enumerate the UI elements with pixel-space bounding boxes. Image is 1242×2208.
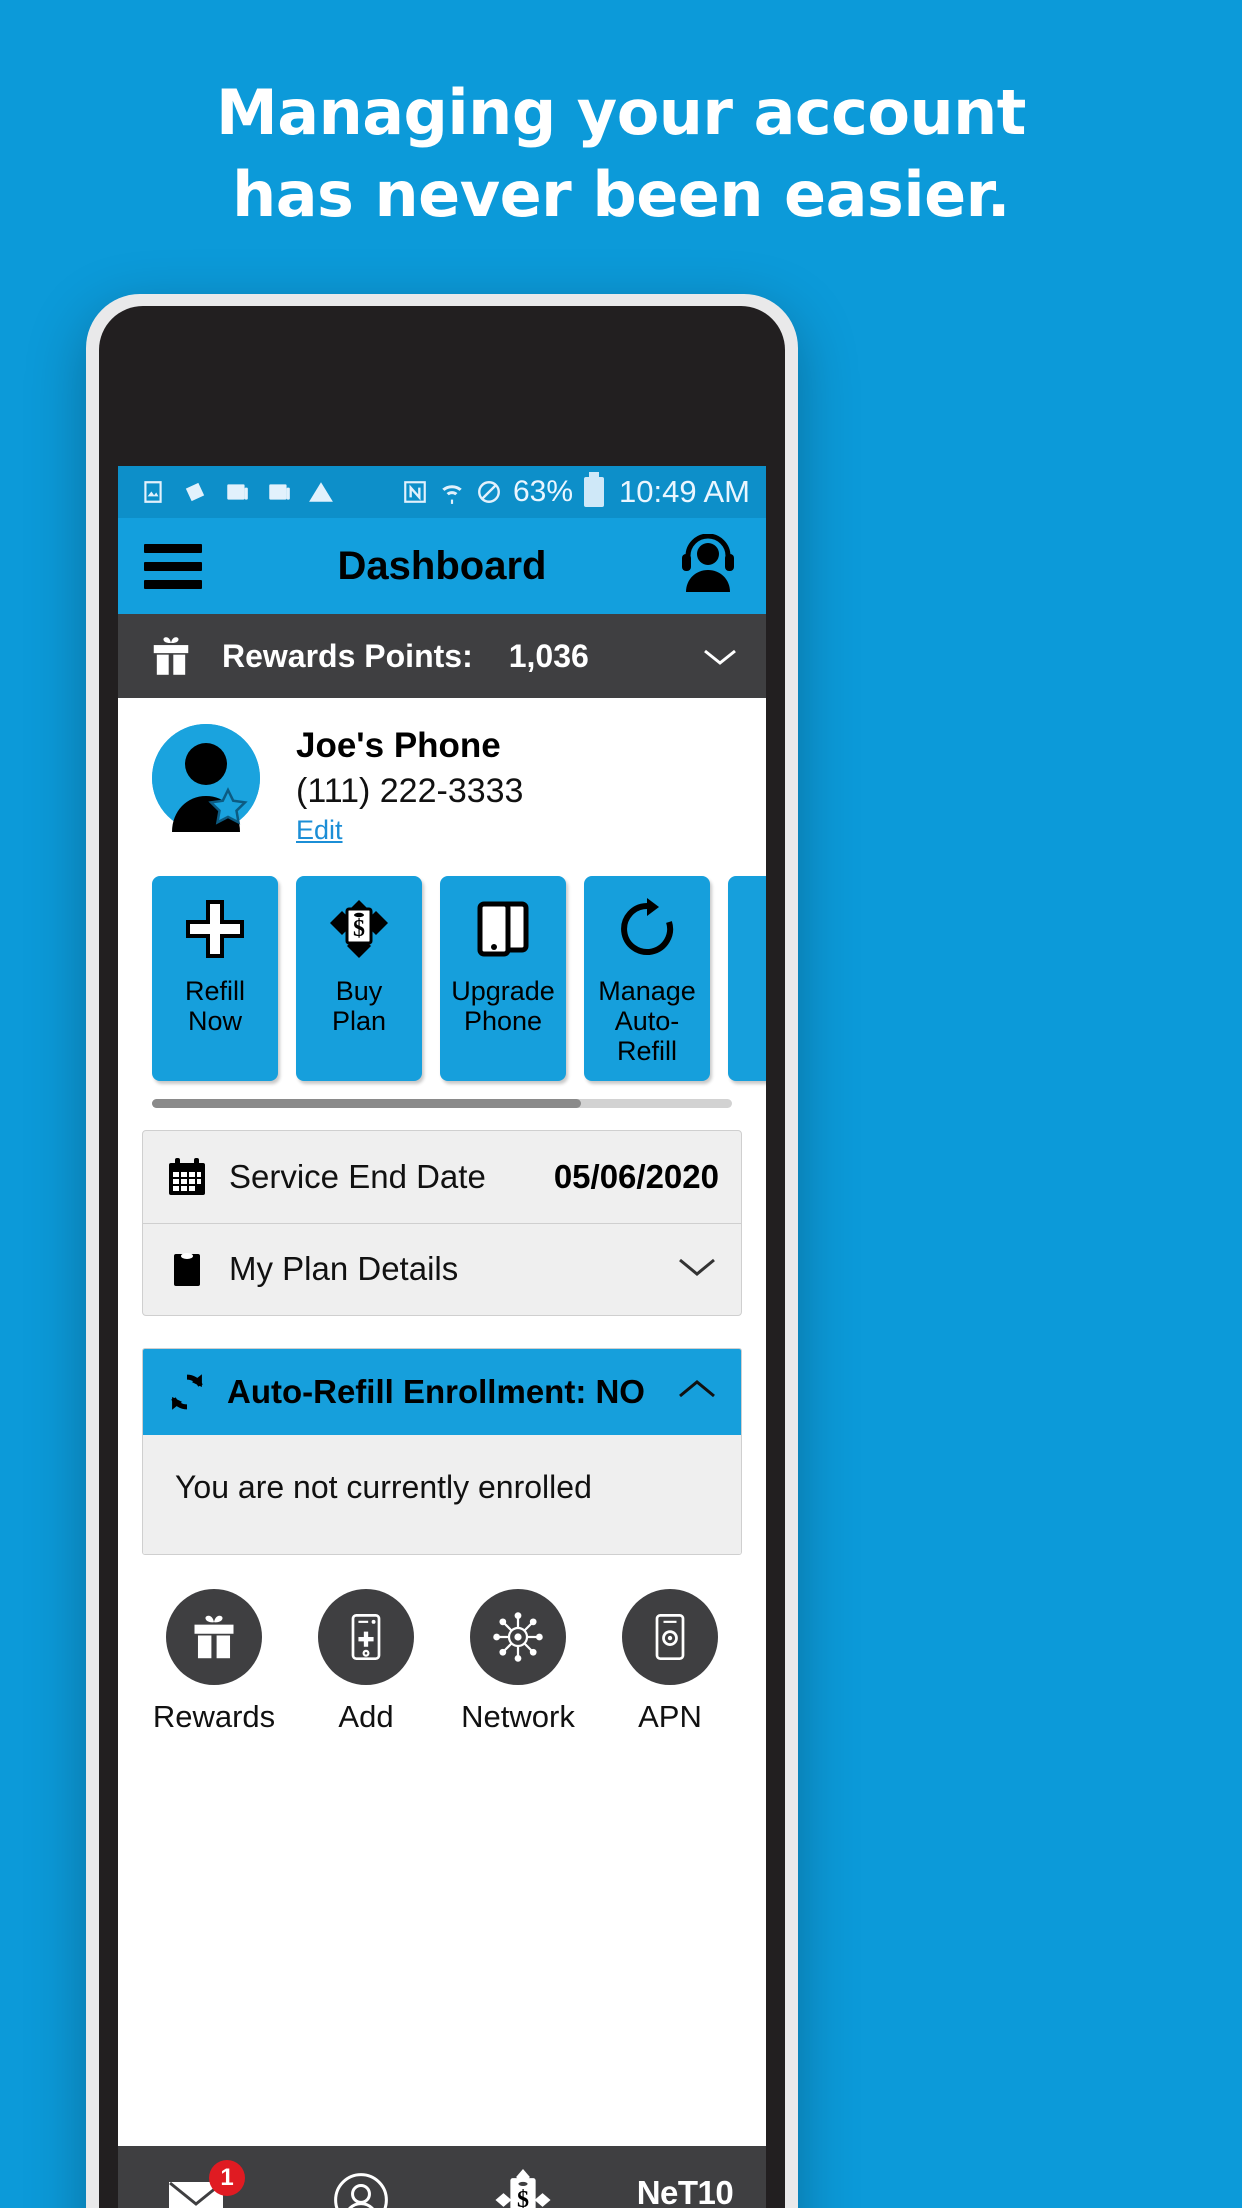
brand-logo: NeT10 WIRELESS (635, 2176, 734, 2208)
nfc-icon (404, 481, 426, 503)
warning-icon (309, 482, 333, 502)
headset-agent-icon[interactable] (676, 534, 740, 598)
auto-refill-status-text: You are not currently enrolled (143, 1434, 741, 1554)
rewards-points-label: Rewards Points: (222, 637, 473, 674)
phone-device-bezel: 63% 10:49 AM Dashboard Rewards Points: 1… (99, 306, 785, 2208)
refresh-icon (616, 894, 678, 964)
quick-action-add[interactable]: Add (292, 1588, 440, 1735)
tile-label: Buy Plan (331, 976, 387, 1037)
row-my-plan-details[interactable]: My Plan Details (143, 1222, 741, 1315)
tile-refill-now[interactable]: Refill Now (152, 876, 278, 1081)
battery-icon (584, 472, 605, 507)
account-icon (334, 2173, 388, 2208)
clipboard-icon (760, 894, 766, 964)
quick-action-network[interactable]: Network (444, 1588, 592, 1735)
nav-payments[interactable]: $ (442, 2146, 604, 2208)
calendar-icon (165, 1156, 209, 1198)
status-bar-system-icons: 63% 10:49 AM (402, 472, 750, 510)
phone-screen: 63% 10:49 AM Dashboard Rewards Points: 1… (118, 466, 766, 2208)
plus-icon (184, 894, 246, 964)
image-icon (144, 481, 162, 503)
promo-headline: Managing your account has never been eas… (0, 72, 1242, 237)
hamburger-icon[interactable] (144, 535, 202, 598)
tile-manage-rewards-partial[interactable]: Ma Re (728, 876, 766, 1081)
account-profile: Joe's Phone (111) 222-3333 Edit (118, 698, 766, 870)
page-title: Dashboard (337, 543, 547, 588)
quick-action-circles: Rewards Add Network APN (118, 1554, 766, 1745)
service-end-date-value: 05/06/2020 (553, 1157, 719, 1195)
nav-account[interactable] (280, 2146, 442, 2208)
money-icon: $ (495, 2169, 551, 2208)
nav-brand-logo[interactable]: NeT10 WIRELESS (604, 2146, 766, 2208)
row-label: Service End Date (229, 1157, 486, 1195)
clock-label: 10:49 AM (619, 474, 750, 509)
quick-action-label: APN (638, 1698, 702, 1734)
rewards-points-bar[interactable]: Rewards Points: 1,036 (118, 614, 766, 698)
carousel-scrollbar[interactable] (152, 1098, 732, 1108)
chevron-down-icon[interactable] (700, 644, 740, 668)
auto-refill-title: Auto-Refill Enrollment: NO (227, 1372, 645, 1410)
carousel-scrollbar-thumb[interactable] (152, 1098, 582, 1108)
do-not-disturb-icon (478, 481, 500, 503)
account-profile-text: Joe's Phone (111) 222-3333 Edit (296, 724, 523, 846)
money-card-icon: $ (328, 894, 390, 964)
avatar[interactable] (152, 724, 260, 832)
tag-icon (185, 482, 205, 502)
phone-gear-icon (622, 1588, 718, 1685)
chevron-up-icon[interactable] (675, 1376, 719, 1407)
tile-upgrade-phone[interactable]: Upgrade Phone (440, 876, 566, 1081)
nav-messages[interactable]: 1 (118, 2146, 280, 2208)
gift-icon (153, 637, 189, 675)
edit-account-link[interactable]: Edit (296, 815, 343, 846)
quick-action-label: Add (338, 1698, 394, 1734)
row-label: My Plan Details (229, 1250, 459, 1288)
tile-manage-auto-refill[interactable]: Manage Auto-Refill (584, 876, 710, 1081)
network-gear-icon (470, 1588, 566, 1685)
chevron-down-icon[interactable] (675, 1254, 719, 1285)
quick-actions-carousel[interactable]: Refill Now $ Buy Plan Upgrade Phone Mana… (118, 870, 766, 1108)
account-name: Joe's Phone (296, 726, 501, 765)
auto-refill-header[interactable]: Auto-Refill Enrollment: NO (143, 1348, 741, 1435)
quick-action-rewards[interactable]: Rewards (140, 1588, 288, 1735)
quick-action-label: Rewards (152, 1698, 276, 1734)
news-icon (269, 484, 290, 500)
tile-label: Refill Now (184, 976, 245, 1037)
svg-text:$: $ (517, 2187, 529, 2208)
quick-action-apn[interactable]: APN (596, 1588, 744, 1735)
tile-buy-plan[interactable]: $ Buy Plan (296, 876, 422, 1081)
clipboard-icon (165, 1248, 209, 1290)
brand-logo-name: NeT10 (636, 2173, 734, 2208)
promo-headline-line2: has never been easier. (232, 158, 1010, 232)
rewards-points-value: 1,036 (508, 637, 589, 674)
app-bar: Dashboard (118, 518, 766, 614)
auto-refill-card: Auto-Refill Enrollment: NO You are not c… (142, 1347, 742, 1555)
gift-icon (166, 1588, 262, 1685)
news-icon (227, 484, 248, 500)
promo-headline-line1: Managing your account (216, 76, 1026, 149)
quick-action-label: Network (461, 1698, 575, 1734)
refresh-icon (171, 1373, 203, 1410)
phone-plus-icon (318, 1588, 414, 1685)
two-phones-icon (472, 894, 534, 964)
wifi-icon (442, 485, 462, 504)
phone-device-frame: 63% 10:49 AM Dashboard Rewards Points: 1… (86, 294, 798, 2208)
bottom-navigation-bar: 1 $ NeT10 WIRELESS (118, 2146, 766, 2208)
status-bar: 63% 10:49 AM (118, 466, 766, 518)
svg-text:$: $ (353, 916, 365, 942)
row-service-end-date[interactable]: Service End Date 05/06/2020 (143, 1131, 741, 1223)
user-avatar-star-icon (152, 724, 260, 832)
battery-percent-label: 63% (512, 475, 574, 508)
status-bar-notification-icons (140, 479, 334, 505)
plan-info-card: Service End Date 05/06/2020 My Plan Deta… (142, 1129, 742, 1316)
action-tiles-row: Refill Now $ Buy Plan Upgrade Phone Mana… (118, 876, 766, 1081)
account-phone-number: (111) 222-3333 (296, 772, 524, 810)
tile-label: Upgrade Phone (451, 976, 555, 1037)
tile-label: Manage Auto-Refill (598, 976, 696, 1067)
unread-badge: 1 (209, 2160, 245, 2196)
